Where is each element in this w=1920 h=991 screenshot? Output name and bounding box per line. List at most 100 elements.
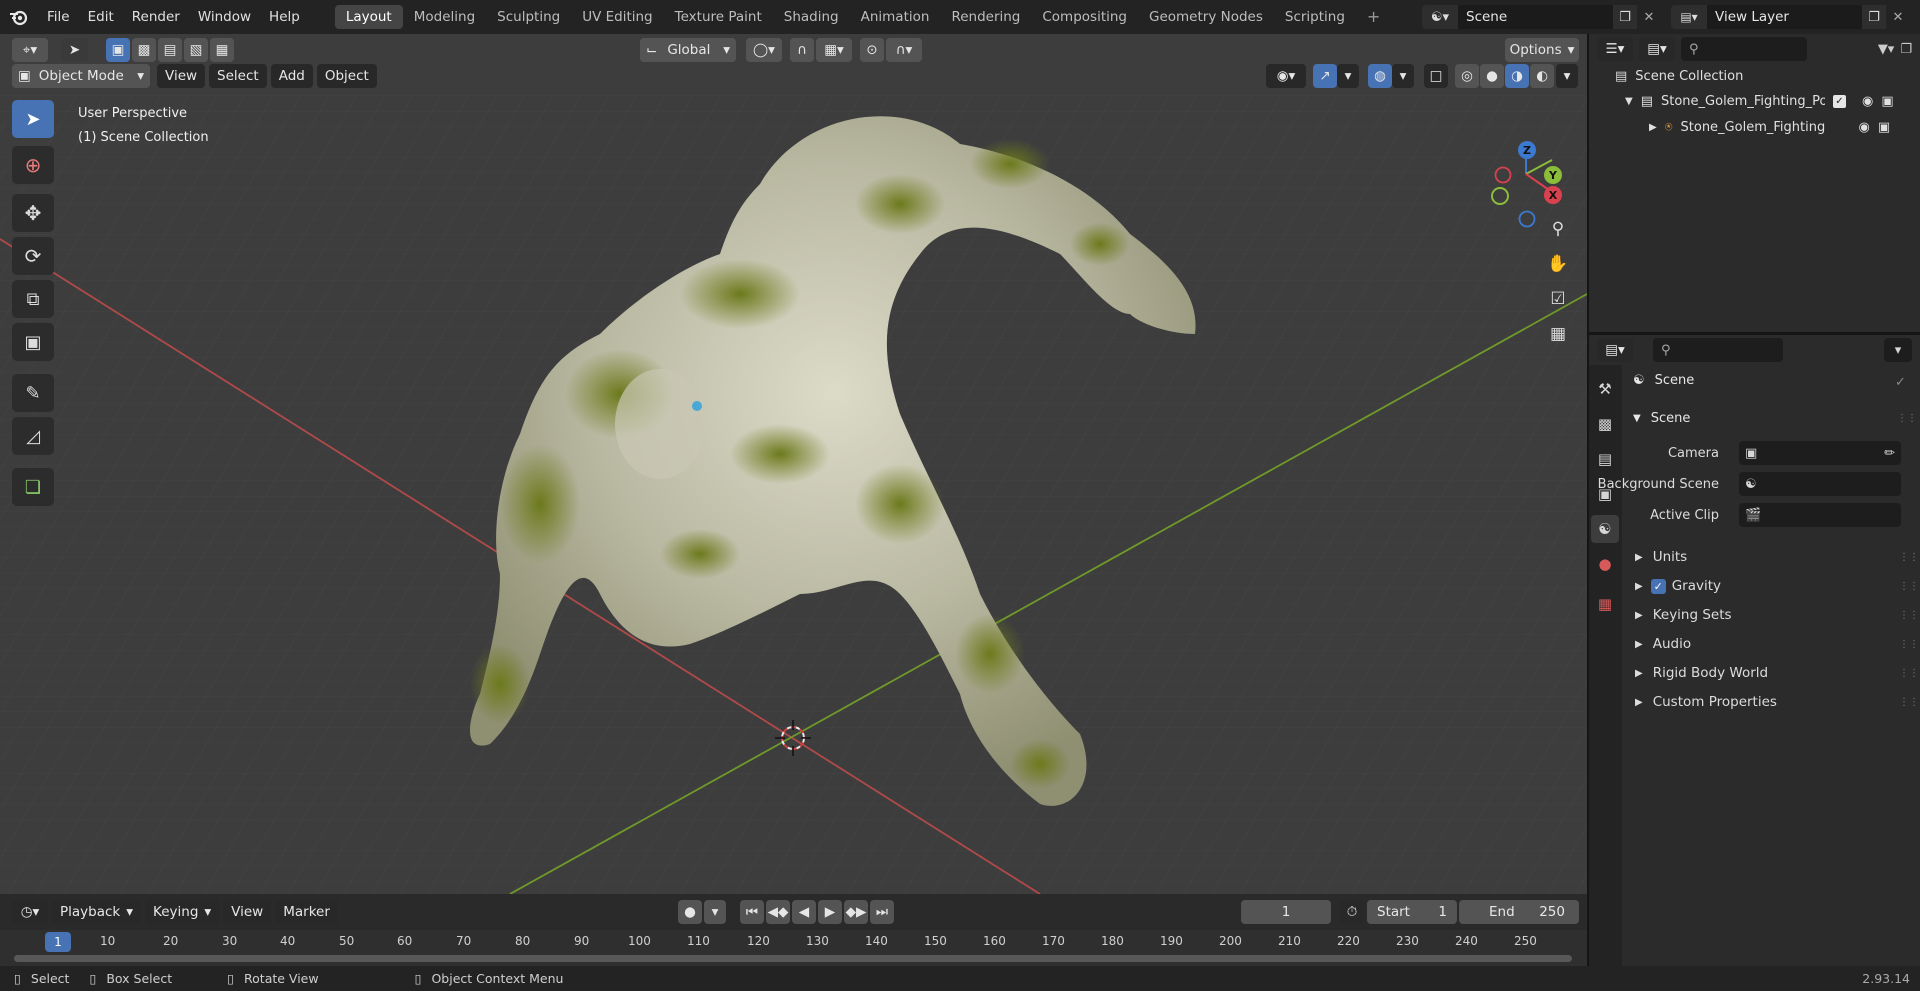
tool-transform[interactable]: ▣ — [12, 323, 54, 361]
viewlayer-selector[interactable]: ▤▾ View Layer ❐ ✕ — [1671, 4, 1910, 30]
menu-render[interactable]: Render — [123, 9, 189, 25]
tool-cursor[interactable]: ⊕ — [12, 146, 54, 184]
audio-panel-header[interactable]: ▶ Audio ⋮⋮ — [1635, 632, 1919, 656]
timeline-scrollbar[interactable] — [14, 955, 1572, 962]
drag-handle-icon[interactable]: ⋮⋮ — [1897, 413, 1917, 424]
visibility-dropdown[interactable]: ◉▾ — [1266, 64, 1306, 88]
drag-handle-icon[interactable]: ⋮⋮ — [1899, 697, 1919, 708]
prev-keyframe-button[interactable]: ◀◆ — [766, 900, 790, 924]
visibility-eye-icon[interactable]: ◉ — [1859, 120, 1870, 135]
gizmo-toggle[interactable]: ↗ — [1313, 64, 1337, 88]
select-menu[interactable]: Select — [209, 64, 267, 88]
add-workspace-button[interactable]: + — [1356, 5, 1391, 29]
play-reverse-button[interactable]: ◀ — [792, 900, 816, 924]
proportional-editing-toggle[interactable]: ⊙ — [860, 38, 884, 62]
scene-name-field[interactable]: Scene — [1458, 5, 1613, 29]
blender-logo-icon[interactable] — [0, 0, 38, 34]
pin-icon[interactable]: ✓ — [1895, 375, 1906, 390]
view-menu[interactable]: View — [157, 64, 206, 88]
tab-scripting[interactable]: Scripting — [1274, 5, 1356, 29]
xray-toggle[interactable]: □ — [1424, 64, 1448, 88]
timeline-editor-type[interactable]: ◷▾ — [12, 900, 48, 924]
tool-annotate[interactable]: ✎ — [12, 374, 54, 412]
drag-handle-icon[interactable]: ⋮⋮ — [1899, 668, 1919, 679]
tab-render[interactable]: ▩ — [1591, 410, 1619, 438]
drag-handle-icon[interactable]: ⋮⋮ — [1899, 610, 1919, 621]
transform-orientation-dropdown[interactable]: ⌙ Global ▾ — [640, 38, 736, 62]
tab-world[interactable]: ● — [1591, 550, 1619, 578]
properties-options-dropdown[interactable]: ▾ — [1884, 338, 1912, 362]
scene-panel-header[interactable]: ▼ Scene ⋮⋮ — [1633, 405, 1917, 431]
outliner-row-collection[interactable]: ▼ ▤ Stone_Golem_Fighting_Pose_ ✓ ◉ ▣ — [1589, 88, 1920, 114]
wireframe-shading-icon[interactable]: ◎ — [1455, 64, 1479, 88]
tab-uv-editing[interactable]: UV Editing — [571, 5, 663, 29]
add-menu[interactable]: Add — [270, 64, 313, 88]
intersect-selection-icon[interactable]: ▦ — [210, 38, 234, 62]
tool-measure[interactable]: ◿ — [12, 417, 54, 455]
eyedropper-icon[interactable]: ✏ — [1884, 446, 1895, 461]
outliner-search-input[interactable]: ⚲ — [1681, 37, 1807, 61]
menu-edit[interactable]: Edit — [79, 9, 123, 25]
subtract-selection-icon[interactable]: ▤ — [158, 38, 182, 62]
visibility-eye-icon[interactable]: ◉ — [1862, 94, 1873, 109]
keying-dropdown[interactable]: ▾ — [704, 900, 726, 924]
render-camera-icon[interactable]: ▣ — [1881, 94, 1893, 109]
tab-layout[interactable]: Layout — [334, 5, 403, 29]
object-menu[interactable]: Object — [316, 64, 377, 88]
timeline-view-menu[interactable]: View — [223, 900, 272, 924]
jump-end-button[interactable]: ⏭ — [870, 900, 894, 924]
new-viewlayer-icon[interactable]: ❐ — [1862, 5, 1886, 29]
tool-select-box[interactable]: ➤ — [12, 100, 54, 138]
menu-window[interactable]: Window — [189, 9, 260, 25]
tool-add-cube[interactable]: ❏ — [12, 468, 54, 506]
snap-toggle[interactable]: ∩ — [790, 38, 814, 62]
overlays-dropdown[interactable]: ▾ — [1392, 64, 1414, 88]
units-panel-header[interactable]: ▶ Units ⋮⋮ — [1635, 545, 1919, 569]
properties-search-input[interactable]: ⚲ — [1653, 338, 1783, 362]
tab-scene[interactable]: ☯ — [1591, 515, 1619, 543]
overlays-toggle[interactable]: ◍ — [1368, 64, 1392, 88]
material-preview-icon[interactable]: ◑ — [1505, 64, 1529, 88]
zoom-button[interactable]: ⚲ — [1543, 214, 1573, 244]
auto-keying-toggle[interactable]: ● — [678, 900, 702, 924]
pivot-point-dropdown[interactable]: ◯▾ — [746, 38, 782, 62]
ortho-toggle-button[interactable]: ▦ — [1543, 319, 1573, 349]
preview-range-toggle[interactable]: ⏱ — [1340, 900, 1364, 924]
viewport-canvas[interactable]: Z Y X — [0, 34, 1587, 894]
viewlayer-name-field[interactable]: View Layer — [1707, 5, 1862, 29]
expand-arrow-icon[interactable]: ▼ — [1625, 96, 1633, 107]
tab-texture[interactable]: ▦ — [1591, 590, 1619, 618]
jump-start-button[interactable]: ⏮ — [740, 900, 764, 924]
filter-icon[interactable]: ▼▾ — [1878, 42, 1895, 57]
background-scene-field[interactable]: ☯ — [1739, 472, 1901, 496]
rigid-body-world-panel-header[interactable]: ▶ Rigid Body World ⋮⋮ — [1635, 661, 1919, 685]
tab-animation[interactable]: Animation — [850, 5, 941, 29]
tab-sculpting[interactable]: Sculpting — [486, 5, 571, 29]
menu-file[interactable]: File — [38, 9, 79, 25]
solid-shading-icon[interactable]: ● — [1480, 64, 1504, 88]
invert-selection-icon[interactable]: ▧ — [184, 38, 208, 62]
start-frame-field[interactable]: Start 1 — [1367, 900, 1457, 924]
keying-menu[interactable]: Keying ▾ — [145, 900, 220, 924]
tab-geometry-nodes[interactable]: Geometry Nodes — [1138, 5, 1274, 29]
shading-dropdown[interactable]: ▾ — [1556, 64, 1578, 88]
end-frame-field[interactable]: End 250 — [1459, 900, 1579, 924]
delete-scene-icon[interactable]: ✕ — [1637, 5, 1661, 29]
select-mode-cursor-button[interactable]: ➤ — [61, 38, 88, 62]
current-frame-field[interactable]: 1 — [1241, 900, 1331, 924]
tool-scale[interactable]: ⧉ — [12, 280, 54, 318]
delete-viewlayer-icon[interactable]: ✕ — [1886, 5, 1910, 29]
tab-texture-paint[interactable]: Texture Paint — [664, 5, 773, 29]
playback-menu[interactable]: Playback ▾ — [52, 900, 142, 924]
marker-menu[interactable]: Marker — [275, 900, 338, 924]
gizmo-dropdown[interactable]: ▾ — [1337, 64, 1359, 88]
options-dropdown[interactable]: Options ▾ — [1505, 38, 1579, 62]
new-collection-icon[interactable]: ❐ — [1900, 42, 1912, 57]
render-camera-icon[interactable]: ▣ — [1878, 120, 1890, 135]
outliner-row-armature[interactable]: ▶ ⍟ Stone_Golem_Fighting_P ◉ ▣ — [1589, 114, 1920, 140]
expand-arrow-icon[interactable]: ▶ — [1649, 122, 1657, 133]
mode-dropdown[interactable]: ▣ Object Mode ▾ — [12, 64, 150, 88]
active-clip-field[interactable]: 🎬 — [1739, 503, 1901, 527]
drag-handle-icon[interactable]: ⋮⋮ — [1899, 581, 1919, 592]
keying-sets-panel-header[interactable]: ▶ Keying Sets ⋮⋮ — [1635, 603, 1919, 627]
